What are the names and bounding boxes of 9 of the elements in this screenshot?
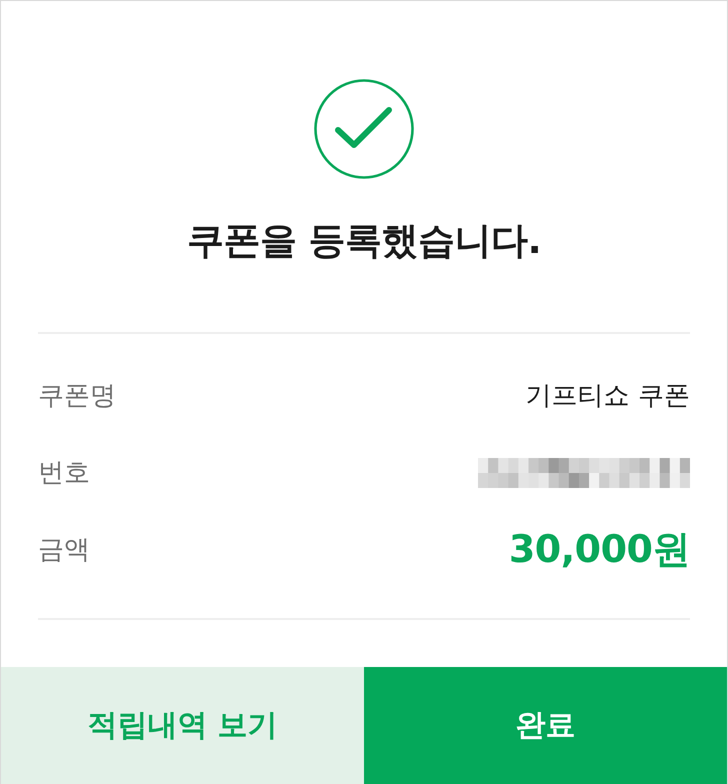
dialog-title: 쿠폰을 등록했습니다. <box>186 218 542 264</box>
detail-label: 쿠폰명 <box>38 380 116 413</box>
detail-label: 금액 <box>38 534 90 567</box>
check-circle-icon <box>314 79 414 179</box>
detail-label: 번호 <box>38 457 90 490</box>
detail-value: 기프티쇼 쿠폰 <box>526 380 690 413</box>
confirm-button[interactable]: 완료 <box>364 667 727 784</box>
history-button[interactable]: 적립내역 보기 <box>1 667 364 784</box>
amount-value: 30,000원 <box>508 526 690 573</box>
